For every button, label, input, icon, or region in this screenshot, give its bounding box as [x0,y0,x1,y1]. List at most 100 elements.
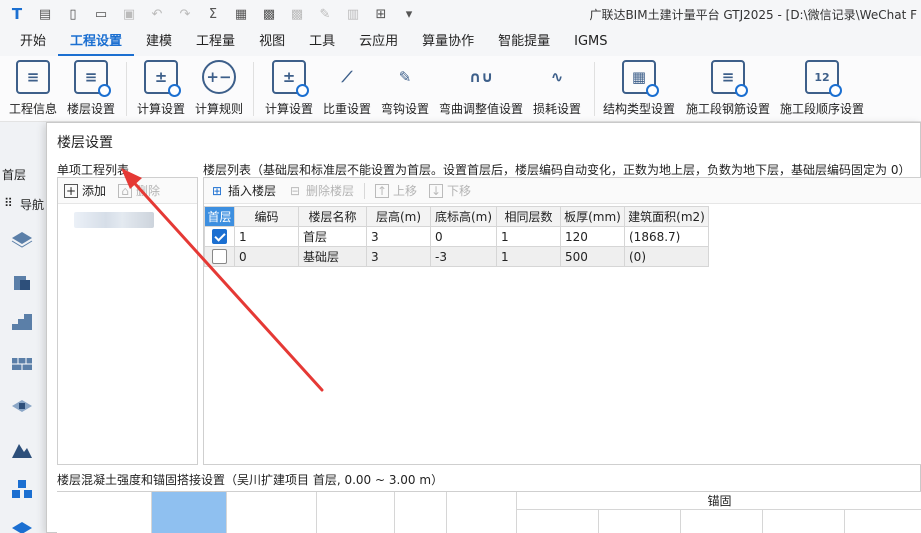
nav-drag-icon[interactable]: ⠿ [4,196,13,210]
menu-modeling[interactable]: 建模 [134,30,184,56]
segment-rebar-button[interactable]: ≡ 施工段钢筋设置 [684,60,772,120]
stairs-icon[interactable] [10,310,34,332]
menu-tools[interactable]: 工具 [297,30,347,56]
project-info-label: 工程信息 [8,102,57,116]
save-icon[interactable]: ▣ [118,3,140,25]
hook-settings-button[interactable]: ✎ 弯钩设置 [378,60,432,120]
delete-floor-button[interactable]: ⊟ 删除楼层 [282,179,360,203]
cubes-icon[interactable] [10,478,34,500]
code-cell[interactable]: 0 [234,246,299,267]
menu-quantity[interactable]: 工程量 [184,30,247,56]
col-slab-thickness[interactable]: 板厚(mm) [560,206,625,227]
bottom-cell[interactable]: 0 [430,226,497,247]
menu-view[interactable]: 视图 [247,30,297,56]
move-up-button[interactable]: ↑ 上移 [369,179,423,203]
project-info-button[interactable]: ≡ 工程信息 [6,60,60,120]
grid-header-cell[interactable] [317,492,395,533]
col-height[interactable]: 层高(m) [366,206,431,227]
terrain-icon[interactable] [10,438,34,460]
name-cell[interactable]: 首层 [298,226,367,247]
table-row[interactable]: 1 首层 3 0 1 120 (1868.7) [204,226,709,247]
menu-start[interactable]: 开始 [0,30,58,56]
code-cell[interactable]: 1 [234,226,299,247]
insert-floor-button[interactable]: ⊞ 插入楼层 [204,179,282,203]
calc-settings-button[interactable]: ± 计算设置 [134,60,188,120]
concrete-anchor-title: 楼层混凝土强度和锚固搭接设置（吴川扩建项目 首层, 0.00 ~ 3.00 m） [57,473,444,487]
wall-icon[interactable] [10,272,34,294]
segment-order-icon: 12 [805,60,842,97]
rebar-calc-settings-button[interactable]: ± 计算设置 [262,60,316,120]
col-code[interactable]: 编码 [234,206,299,227]
segment-order-button[interactable]: 12 施工段顺序设置 [778,60,866,120]
col-bottom-elev[interactable]: 底标高(m) [430,206,497,227]
column-icon[interactable]: ▥ [342,3,364,25]
redo-icon[interactable]: ↷ [174,3,196,25]
height-cell[interactable]: 3 [366,246,431,267]
col-first-floor[interactable]: 首层 [204,206,235,227]
dropdown-icon[interactable]: ▾ [398,3,420,25]
undo-icon[interactable]: ↶ [146,3,168,25]
grid-header-cell-selected[interactable] [152,492,227,533]
draw-icon[interactable]: ✎ [314,3,336,25]
first-floor-cell[interactable] [204,246,235,267]
new-file-icon[interactable]: ▤ [34,3,56,25]
menu-cloud[interactable]: 云应用 [347,30,410,56]
name-cell[interactable]: 基础层 [298,246,367,267]
grid-header-cell[interactable] [395,492,447,533]
move-down-button[interactable]: ↓ 下移 [423,179,477,203]
report-icon[interactable]: ▦ [230,3,252,25]
masonry-icon[interactable] [10,352,34,374]
loss-settings-button[interactable]: ∿ 损耗设置 [530,60,584,120]
menu-collab[interactable]: 算量协作 [410,30,486,56]
col-building-area[interactable]: 建筑面积(m2) [624,206,709,227]
grid-header-cell[interactable] [57,492,152,533]
menu-smart[interactable]: 智能提量 [486,30,562,56]
anchor-sub-cell[interactable] [845,510,921,533]
structure-type-button[interactable]: ▦ 结构类型设置 [600,60,678,120]
anchor-sub-cell[interactable] [763,510,845,533]
ribbon: ≡ 工程信息 ≡ 楼层设置 ± 计算设置 +− 计算规则 ± 计算设置 ⟋ 比重… [0,56,921,122]
delete-project-button[interactable]: ⌂ 删除 [112,179,166,203]
slab-icon[interactable] [10,226,34,248]
floor-settings-button[interactable]: ≡ 楼层设置 [64,60,118,120]
grid-icon[interactable]: ▩ [258,3,280,25]
anchor-sub-cell[interactable] [517,510,599,533]
sum-icon[interactable]: Σ [202,3,224,25]
checkbox-unchecked-icon[interactable] [212,249,227,264]
menu-igms[interactable]: IGMS [562,30,619,56]
checkbox-checked-icon[interactable] [212,229,227,244]
same-cell[interactable]: 1 [496,246,561,267]
toolbar-divider [364,182,366,199]
project-list-panel: + 添加 ⌂ 删除 [57,177,198,465]
add-project-button[interactable]: + 添加 [58,179,112,203]
structure-type-icon: ▦ [622,60,659,97]
density-settings-button[interactable]: ⟋ 比重设置 [320,60,374,120]
thick-cell[interactable]: 120 [560,226,625,247]
grid-header-cell[interactable] [227,492,317,533]
anchor-sub-cell[interactable] [681,510,763,533]
new-doc-icon[interactable]: ▯ [62,3,84,25]
menu-project-settings[interactable]: 工程设置 [58,30,135,56]
col-same-count[interactable]: 相同层数 [496,206,561,227]
calc-rules-button[interactable]: +− 计算规则 [192,60,246,120]
project-list-item-redacted[interactable] [74,212,154,228]
project-list-title: 单项工程列表 [57,163,130,177]
add-label: 添加 [82,184,107,198]
table-row[interactable]: 0 基础层 3 -3 1 500 (0) [204,246,709,267]
bottom-cell[interactable]: -3 [430,246,497,267]
layer-icon[interactable] [10,518,34,533]
same-cell[interactable]: 1 [496,226,561,247]
first-floor-cell[interactable] [204,226,235,247]
col-floor-name[interactable]: 楼层名称 [298,206,367,227]
dimmed-grid-icon[interactable]: ▩ [286,3,308,25]
foundation-icon[interactable] [10,394,34,416]
anchor-sub-cell[interactable] [599,510,681,533]
open-folder-icon[interactable]: ▭ [90,3,112,25]
grid-header-cell[interactable] [447,492,517,533]
dimmed-plus-icon[interactable]: ⊞ [370,3,392,25]
thick-cell[interactable]: 500 [560,246,625,267]
bend-adjust-button[interactable]: ∩∪ 弯曲调整值设置 [438,60,524,120]
area-cell: (1868.7) [624,226,709,247]
height-cell[interactable]: 3 [366,226,431,247]
floor-selector[interactable]: 首层 [2,166,26,183]
